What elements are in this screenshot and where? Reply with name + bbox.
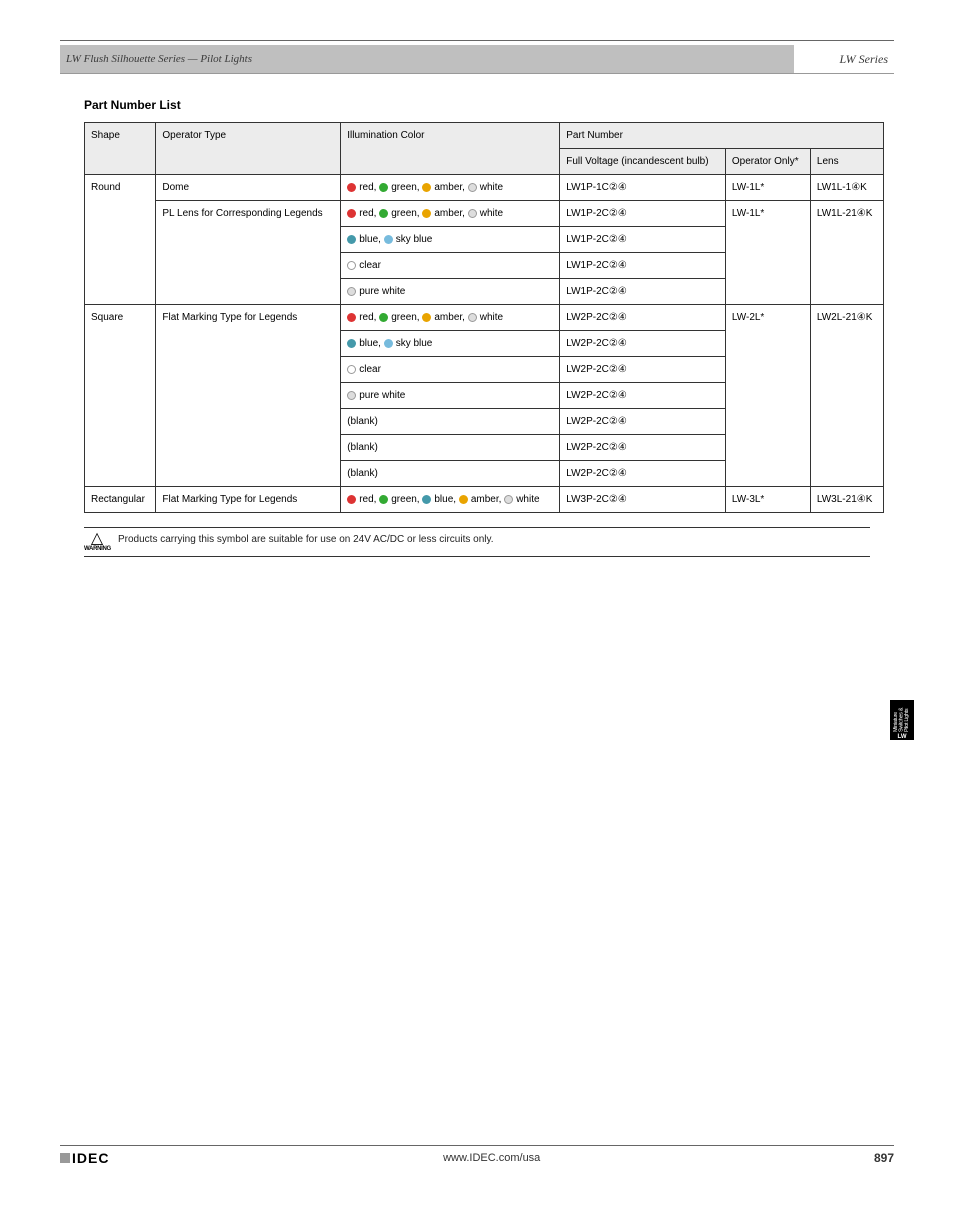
brand-logo: IDEC — [60, 1150, 109, 1166]
cell-operator-pn: LW-1L* — [725, 175, 810, 201]
banner-right: LW Series — [794, 45, 894, 73]
cell-bulb-pn: LW2P-2C②④ — [560, 357, 726, 383]
cell-bulb-pn: LW1P-2C②④ — [560, 279, 726, 305]
table-row: SquareFlat Marking Type for Legendsred, … — [85, 305, 884, 331]
cell-bulb-pn: LW2P-2C②④ — [560, 435, 726, 461]
cell-illum: red, green, blue, amber, white — [341, 487, 560, 513]
warning-text: Products carrying this symbol are suitab… — [118, 532, 494, 545]
logo-square-icon — [60, 1153, 70, 1163]
cell-lens-pn: LW1L-1④K — [810, 175, 883, 201]
header-banner: LW Flush Silhouette Series — Pilot Light… — [60, 45, 894, 73]
cell-lens-pn: LW1L-21④K — [810, 201, 883, 305]
cell-illum: blue, sky blue — [341, 331, 560, 357]
footer-url: www.IDEC.com/usa — [443, 1152, 540, 1164]
cell-bulb-pn: LW1P-1C②④ — [560, 175, 726, 201]
th-illum: Illumination Color — [341, 123, 560, 175]
cell-illum: red, green, amber, white — [341, 175, 560, 201]
cell-shape: Rectangular — [85, 487, 156, 513]
warning-note: △ WARNING Products carrying this symbol … — [84, 527, 870, 557]
cell-lens-pn: LW3L-21④K — [810, 487, 883, 513]
table-row: RectangularFlat Marking Type for Legends… — [85, 487, 884, 513]
table-row: PL Lens for Corresponding Legendsred, gr… — [85, 201, 884, 227]
cell-type: Dome — [156, 175, 341, 201]
page-footer: IDEC www.IDEC.com/usa 897 — [60, 1145, 894, 1166]
cell-illum: (blank) — [341, 435, 560, 461]
th-shape: Shape — [85, 123, 156, 175]
cell-illum: clear — [341, 253, 560, 279]
cell-bulb-pn: LW1P-2C②④ — [560, 253, 726, 279]
cell-illum: (blank) — [341, 461, 560, 487]
section-title: Part Number List — [84, 98, 894, 112]
part-number-table: ShapeOperator TypeIllumination ColorPart… — [84, 122, 884, 513]
cell-type: Flat Marking Type for Legends — [156, 305, 341, 487]
banner-left-text: LW Flush Silhouette Series — Pilot Light… — [66, 53, 252, 65]
cell-operator-pn: LW-3L* — [725, 487, 810, 513]
cell-illum: red, green, amber, white — [341, 305, 560, 331]
cell-illum: pure white — [341, 279, 560, 305]
th-pn-group: Part Number — [560, 123, 884, 149]
cell-operator-pn: LW-2L* — [725, 305, 810, 487]
cell-illum: clear — [341, 357, 560, 383]
cell-operator-pn: LW-1L* — [725, 201, 810, 305]
side-tab: Miniature Switches & Pilot Lights LW — [890, 700, 914, 740]
th-lens: Lens — [810, 149, 883, 175]
cell-shape: Round — [85, 175, 156, 305]
cell-bulb-pn: LW2P-2C②④ — [560, 461, 726, 487]
cell-bulb-pn: LW2P-2C②④ — [560, 409, 726, 435]
cell-illum: (blank) — [341, 409, 560, 435]
cell-shape: Square — [85, 305, 156, 487]
cell-illum: pure white — [341, 383, 560, 409]
page-number: 897 — [874, 1151, 894, 1165]
side-tab-series: LW — [898, 734, 907, 740]
th-bulb: Full Voltage (incandescent bulb) — [560, 149, 726, 175]
th-type: Operator Type — [156, 123, 341, 175]
cell-type: PL Lens for Corresponding Legends — [156, 201, 341, 305]
warning-icon: △ WARNING — [84, 532, 110, 552]
banner-right-text: LW Series — [839, 52, 888, 67]
cell-type: Flat Marking Type for Legends — [156, 487, 341, 513]
cell-illum: red, green, amber, white — [341, 201, 560, 227]
banner-left: LW Flush Silhouette Series — Pilot Light… — [60, 45, 794, 73]
cell-bulb-pn: LW3P-2C②④ — [560, 487, 726, 513]
cell-bulb-pn: LW2P-2C②④ — [560, 305, 726, 331]
side-tab-label: Miniature Switches & Pilot Lights — [894, 700, 911, 732]
table-row: RoundDomered, green, amber, whiteLW1P-1C… — [85, 175, 884, 201]
cell-bulb-pn: LW2P-2C②④ — [560, 331, 726, 357]
th-operator: Operator Only* — [725, 149, 810, 175]
cell-bulb-pn: LW2P-2C②④ — [560, 383, 726, 409]
logo-text: IDEC — [72, 1150, 109, 1166]
cell-illum: blue, sky blue — [341, 227, 560, 253]
cell-bulb-pn: LW1P-2C②④ — [560, 201, 726, 227]
cell-bulb-pn: LW1P-2C②④ — [560, 227, 726, 253]
cell-lens-pn: LW2L-21④K — [810, 305, 883, 487]
